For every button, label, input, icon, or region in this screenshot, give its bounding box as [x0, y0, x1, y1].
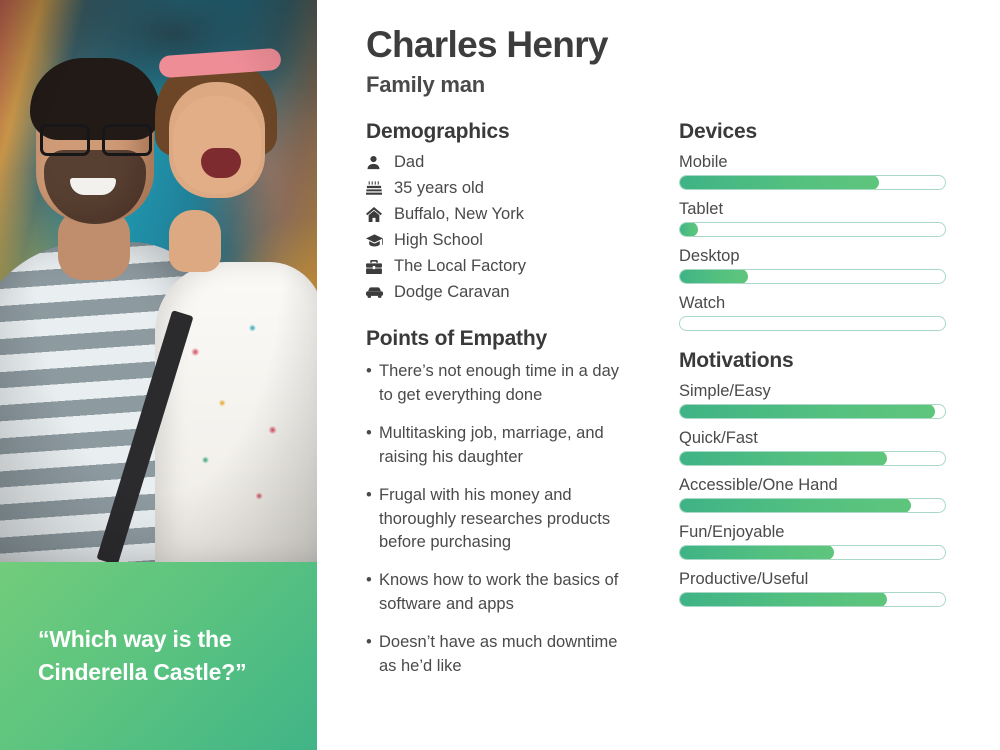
list-item: Frugal with his money and thoroughly res… — [366, 484, 632, 554]
progress-bar-fill — [680, 593, 888, 607]
progress-bar-fill — [680, 405, 936, 419]
demographics-item-label: Dad — [394, 153, 425, 172]
progress-bar — [679, 498, 946, 514]
car-icon — [366, 284, 386, 301]
persona-quote: “Which way is the Cinderella Castle?” — [38, 626, 247, 685]
progress-bar — [679, 316, 946, 332]
progress-bar-fill — [680, 499, 912, 513]
device-row-watch: Watch — [679, 294, 962, 332]
demographics-title: Demographics — [366, 120, 510, 144]
motivation-row-simple-easy: Simple/Easy — [679, 382, 962, 420]
bar-label: Simple/Easy — [679, 382, 771, 401]
list-item: Doesn’t have as much downtime as he’d li… — [366, 631, 632, 678]
graduation-cap-icon — [366, 232, 386, 249]
empathy-title: Points of Empathy — [366, 327, 547, 351]
progress-bar — [679, 175, 946, 191]
bar-label: Quick/Fast — [679, 429, 758, 448]
bar-label: Productive/Useful — [679, 570, 809, 589]
bar-label: Watch — [679, 294, 726, 313]
motivation-row-fun-enjoyable: Fun/Enjoyable — [679, 523, 962, 561]
quote-panel: “Which way is the Cinderella Castle?” — [0, 562, 317, 750]
device-row-tablet: Tablet — [679, 200, 962, 238]
progress-bar — [679, 545, 946, 561]
content-columns: Demographics Dad 35 years old Buffalo, N… — [317, 120, 1000, 693]
progress-bar-fill — [680, 546, 834, 560]
bar-label: Tablet — [679, 200, 724, 219]
demographics-item-dad: Dad — [366, 153, 632, 172]
info-column: Demographics Dad 35 years old Buffalo, N… — [317, 120, 632, 693]
empathy-list: There’s not enough time in a day to get … — [366, 360, 632, 678]
demographics-item-label: Buffalo, New York — [394, 205, 524, 224]
progress-bar — [679, 269, 946, 285]
progress-bar-fill — [680, 452, 888, 466]
progress-bar — [679, 592, 946, 608]
briefcase-icon — [366, 258, 386, 275]
empathy-section: Points of Empathy There’s not enough tim… — [366, 327, 632, 678]
demographics-item-education: High School — [366, 231, 632, 250]
persona-photo — [0, 0, 317, 562]
demographics-list: Dad 35 years old Buffalo, New York High … — [366, 153, 632, 302]
demographics-item-label: 35 years old — [394, 179, 484, 198]
bar-label: Fun/Enjoyable — [679, 523, 785, 542]
progress-bar — [679, 451, 946, 467]
progress-bar-fill — [680, 270, 749, 284]
persona-name: Charles Henry — [366, 24, 608, 65]
right-column: Charles Henry Family man Demographics Da… — [317, 0, 1000, 750]
device-row-mobile: Mobile — [679, 153, 962, 191]
bar-label: Desktop — [679, 247, 740, 266]
photo-vignette — [0, 0, 317, 562]
motivation-row-quick-fast: Quick/Fast — [679, 429, 962, 467]
motivations-section: Motivations Simple/Easy Quick/Fast Acces… — [679, 349, 962, 608]
user-icon — [366, 154, 386, 171]
birthday-cake-icon — [366, 180, 386, 197]
devices-section: Devices Mobile Tablet Desktop Watch — [679, 120, 962, 332]
persona-card: “Which way is the Cinderella Castle?” Ch… — [0, 0, 1000, 750]
demographics-item-location: Buffalo, New York — [366, 205, 632, 224]
demographics-item-car: Dodge Caravan — [366, 283, 632, 302]
demographics-item-label: The Local Factory — [394, 257, 527, 276]
motivations-title: Motivations — [679, 349, 794, 373]
home-icon — [366, 206, 386, 223]
ratings-column: Devices Mobile Tablet Desktop Watch Moti… — [632, 120, 962, 693]
progress-bar — [679, 404, 946, 420]
demographics-item-label: High School — [394, 231, 483, 250]
bar-label: Mobile — [679, 153, 728, 172]
persona-role: Family man — [366, 72, 486, 98]
progress-bar-fill — [680, 223, 698, 237]
device-row-desktop: Desktop — [679, 247, 962, 285]
motivation-row-accessible-one-hand: Accessible/One Hand — [679, 476, 962, 514]
demographics-item-job: The Local Factory — [366, 257, 632, 276]
bar-label: Accessible/One Hand — [679, 476, 838, 495]
list-item: Knows how to work the basics of software… — [366, 569, 632, 616]
motivation-row-productive-useful: Productive/Useful — [679, 570, 962, 608]
progress-bar-fill — [680, 176, 880, 190]
demographics-section: Demographics Dad 35 years old Buffalo, N… — [366, 120, 632, 302]
list-item: Multitasking job, marriage, and raising … — [366, 422, 632, 469]
list-item: There’s not enough time in a day to get … — [366, 360, 632, 407]
progress-bar — [679, 222, 946, 238]
persona-header: Charles Henry Family man — [317, 24, 1000, 98]
left-column: “Which way is the Cinderella Castle?” — [0, 0, 317, 750]
demographics-item-age: 35 years old — [366, 179, 632, 198]
demographics-item-label: Dodge Caravan — [394, 283, 510, 302]
devices-title: Devices — [679, 120, 757, 144]
